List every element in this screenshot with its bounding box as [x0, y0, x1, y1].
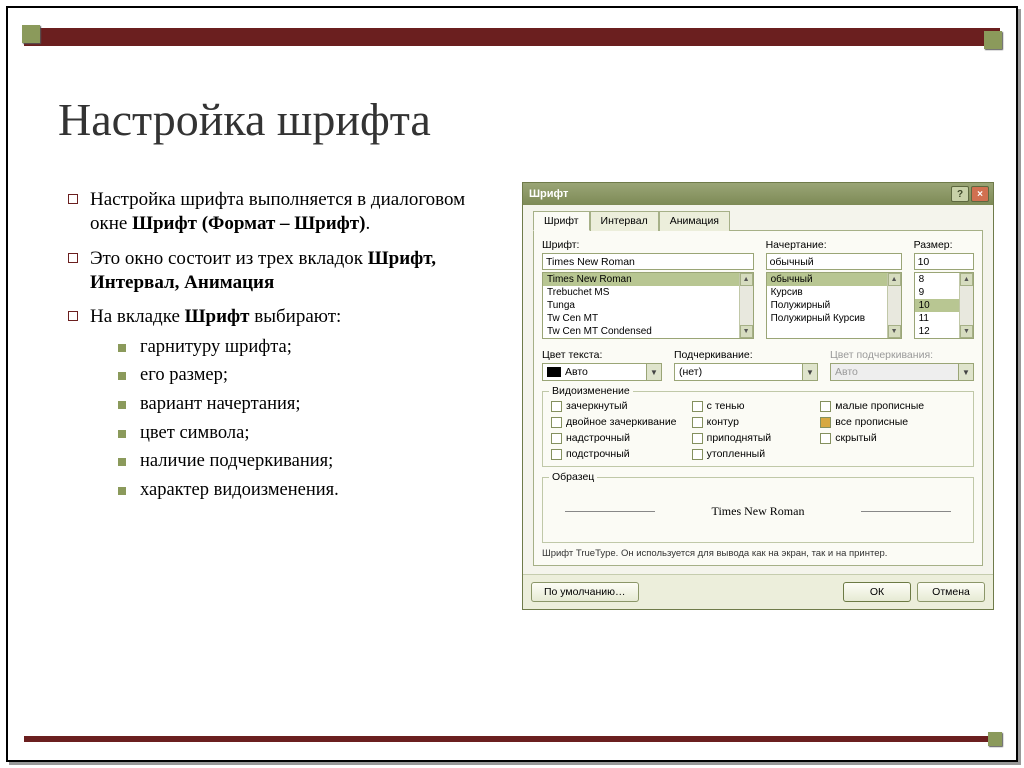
close-button[interactable]: ×: [971, 186, 989, 202]
swatch-icon: [547, 367, 561, 377]
bullet-1-bold: Шрифт (Формат – Шрифт): [132, 213, 365, 234]
tab-font[interactable]: Шрифт: [533, 211, 590, 231]
sample-fieldset: Образец Times New Roman: [542, 477, 974, 543]
tab-panel-font: Шрифт: Times New Roman Trebuchet MS Tung…: [533, 230, 983, 566]
chk-smallcaps[interactable]: малые прописные: [820, 400, 965, 412]
style-scrollbar[interactable]: ▲ ▼: [887, 273, 901, 338]
sub-bullet-4: цвет символа;: [118, 422, 488, 446]
style-item-0[interactable]: обычный: [767, 273, 901, 286]
dialog-title: Шрифт: [529, 188, 568, 200]
tab-animation[interactable]: Анимация: [659, 211, 730, 231]
scroll-up-icon[interactable]: ▲: [960, 273, 973, 286]
font-item-1[interactable]: Trebuchet MS: [543, 286, 753, 299]
sample-line-left: [565, 511, 655, 512]
size-input[interactable]: [914, 253, 974, 270]
sub-bullet-2: его размер;: [118, 364, 488, 388]
underline-color-label: Цвет подчеркивания:: [830, 349, 974, 361]
font-dialog: Шрифт ? × Шрифт Интервал Анимация Шрифт:…: [522, 182, 994, 610]
default-button[interactable]: По умолчанию…: [531, 582, 639, 602]
bullet-1-post: .: [365, 213, 370, 234]
size-scrollbar[interactable]: ▲ ▼: [959, 273, 973, 338]
chk-double-strike[interactable]: двойное зачеркивание: [551, 416, 684, 428]
style-item-2[interactable]: Полужирный: [767, 299, 901, 312]
font-label: Шрифт:: [542, 239, 754, 251]
color-label: Цвет текста:: [542, 349, 662, 361]
size-listbox[interactable]: 8 9 10 11 12 ▲ ▼: [914, 272, 974, 339]
sample-text: Times New Roman: [712, 504, 805, 519]
slide: Настройка шрифта Настройка шрифта выполн…: [6, 6, 1018, 762]
chevron-down-icon: ▼: [958, 364, 973, 380]
font-item-0[interactable]: Times New Roman: [543, 273, 753, 286]
bullet-1: Настройка шрифта выполняется в диалогово…: [68, 188, 488, 237]
effects-legend: Видоизменение: [549, 385, 633, 397]
font-listbox[interactable]: Times New Roman Trebuchet MS Tunga Tw Ce…: [542, 272, 754, 339]
bullet-3-bold: Шрифт: [185, 306, 250, 327]
style-listbox[interactable]: обычный Курсив Полужирный Полужирный Кур…: [766, 272, 902, 339]
underline-color-value: Авто: [835, 366, 858, 378]
ok-button[interactable]: ОК: [843, 582, 911, 602]
chevron-down-icon[interactable]: ▼: [646, 364, 661, 380]
chk-superscript[interactable]: надстрочный: [551, 432, 684, 444]
sub-bullet-5: наличие подчеркивания;: [118, 450, 488, 474]
bullet-3: На вкладке Шрифт выбирают: гарнитуру шри…: [68, 305, 488, 502]
sample-legend: Образец: [549, 471, 597, 483]
chk-strikethrough[interactable]: зачеркнутый: [551, 400, 684, 412]
bullet-2: Это окно состоит из трех вкладок Шрифт, …: [68, 247, 488, 296]
cancel-button[interactable]: Отмена: [917, 582, 985, 602]
chk-engrave[interactable]: утопленный: [692, 448, 813, 460]
chk-shadow[interactable]: с тенью: [692, 400, 813, 412]
dialog-button-bar: По умолчанию… ОК Отмена: [523, 574, 993, 609]
underline-color-combo: Авто ▼: [830, 363, 974, 381]
slide-top-decor: [24, 28, 1000, 46]
effects-fieldset: Видоизменение зачеркнутый с тенью малые …: [542, 391, 974, 467]
font-item-3[interactable]: Tw Cen MT: [543, 312, 753, 325]
scroll-down-icon[interactable]: ▼: [888, 325, 901, 338]
chk-emboss[interactable]: приподнятый: [692, 432, 813, 444]
chk-subscript[interactable]: подстрочный: [551, 448, 684, 460]
font-scrollbar[interactable]: ▲ ▼: [739, 273, 753, 338]
sample-line-right: [861, 511, 951, 512]
scroll-down-icon[interactable]: ▼: [740, 325, 753, 338]
underline-combo[interactable]: (нет) ▼: [674, 363, 818, 381]
sub-bullet-3: вариант начертания;: [118, 393, 488, 417]
style-item-3[interactable]: Полужирный Курсив: [767, 312, 901, 325]
chk-allcaps[interactable]: все прописные: [820, 416, 965, 428]
chk-outline[interactable]: контур: [692, 416, 813, 428]
sub-bullet-1: гарнитуру шрифта;: [118, 336, 488, 360]
scroll-down-icon[interactable]: ▼: [960, 325, 973, 338]
underline-label: Подчеркивание:: [674, 349, 818, 361]
style-item-1[interactable]: Курсив: [767, 286, 901, 299]
font-hint: Шрифт TrueType. Он используется для выво…: [542, 548, 974, 559]
slide-bottom-decor: [24, 736, 1000, 742]
style-input[interactable]: [766, 253, 902, 270]
underline-value: (нет): [679, 366, 702, 378]
bullet-3-post: выбирают:: [250, 306, 342, 327]
dialog-titlebar[interactable]: Шрифт ? ×: [523, 183, 993, 205]
bullet-3-pre: На вкладке: [90, 306, 185, 327]
style-label: Начертание:: [766, 239, 902, 251]
scroll-up-icon[interactable]: ▲: [888, 273, 901, 286]
sub-bullet-6: характер видоизменения.: [118, 479, 488, 503]
color-value: Авто: [565, 366, 588, 378]
chevron-down-icon[interactable]: ▼: [802, 364, 817, 380]
color-combo[interactable]: Авто ▼: [542, 363, 662, 381]
scroll-up-icon[interactable]: ▲: [740, 273, 753, 286]
chk-hidden[interactable]: скрытый: [820, 432, 965, 444]
dialog-body: Шрифт Интервал Анимация Шрифт: Times New…: [523, 205, 993, 574]
font-item-4[interactable]: Tw Cen MT Condensed: [543, 325, 753, 338]
help-button[interactable]: ?: [951, 186, 969, 202]
size-label: Размер:: [914, 239, 974, 251]
bullet-2-pre: Это окно состоит из трех вкладок: [90, 248, 368, 269]
tabs: Шрифт Интервал Анимация: [533, 211, 983, 231]
slide-title: Настройка шрифта: [58, 93, 431, 146]
tab-interval[interactable]: Интервал: [590, 211, 659, 231]
font-input[interactable]: [542, 253, 754, 270]
font-item-2[interactable]: Tunga: [543, 299, 753, 312]
slide-content: Настройка шрифта выполняется в диалогово…: [68, 188, 488, 513]
